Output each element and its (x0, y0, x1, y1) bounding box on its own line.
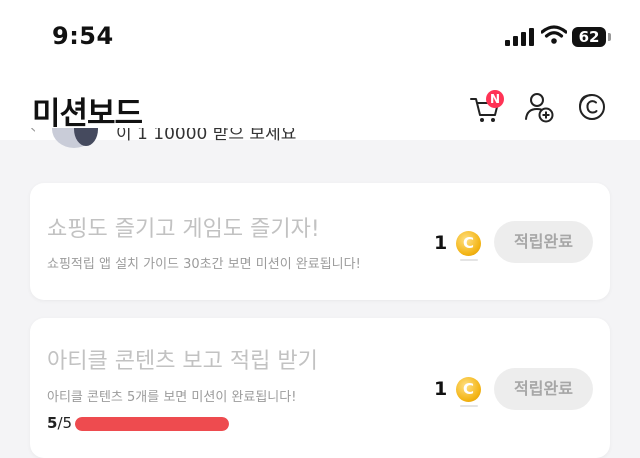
mission-title: 아티클 콘텐츠 보고 적립 받기 (47, 349, 318, 374)
coin-shadow (460, 405, 478, 407)
coin-icon: C (456, 231, 481, 256)
mission-title: 쇼핑도 즐기고 게임도 즐기자! (47, 217, 320, 242)
coin-shadow (460, 259, 478, 261)
progress-current: 5 (47, 414, 58, 432)
reward-amount: 1 (434, 378, 448, 400)
complete-button[interactable]: 적립완료 (494, 368, 593, 410)
status-time: 9:54 (52, 22, 114, 50)
coin-icon[interactable] (574, 90, 608, 124)
reward-amount: 1 (434, 232, 448, 254)
progress-bar-fill (75, 417, 229, 431)
page-title: 미션보드 (32, 96, 143, 132)
partial-row-text: 이 1 10000 받으 보세요 (116, 128, 297, 144)
add-user-icon[interactable] (523, 90, 557, 124)
cart-new-badge: N (486, 90, 504, 108)
mission-description: 아티클 콘텐츠 5개를 보면 미션이 완료됩니다! (47, 390, 297, 405)
mission-card[interactable]: 쇼핑도 즐기고 게임도 즐기자! 쇼핑적립 앱 설치 가이드 30초간 보면 미… (30, 183, 610, 300)
progress-bar (75, 417, 229, 431)
mission-description: 쇼핑적립 앱 설치 가이드 30초간 보면 미션이 완료됩니다! (47, 257, 361, 272)
scrolled-partial-row: ‹ 이 1 10000 받으 보세요 (0, 128, 640, 150)
coin-icon: C (456, 377, 481, 402)
progress-count: 5/5 (47, 414, 72, 432)
battery-icon: 62 (572, 27, 606, 47)
signal-icon (505, 28, 534, 46)
mission-card[interactable]: 아티클 콘텐츠 보고 적립 받기 아티클 콘텐츠 5개를 보면 미션이 완료됩니… (30, 318, 610, 458)
wifi-icon (541, 25, 567, 44)
progress-total: /5 (57, 414, 73, 432)
chevron-icon: ‹ (30, 128, 36, 137)
complete-button[interactable]: 적립완료 (494, 221, 593, 263)
battery-nub (608, 33, 611, 41)
